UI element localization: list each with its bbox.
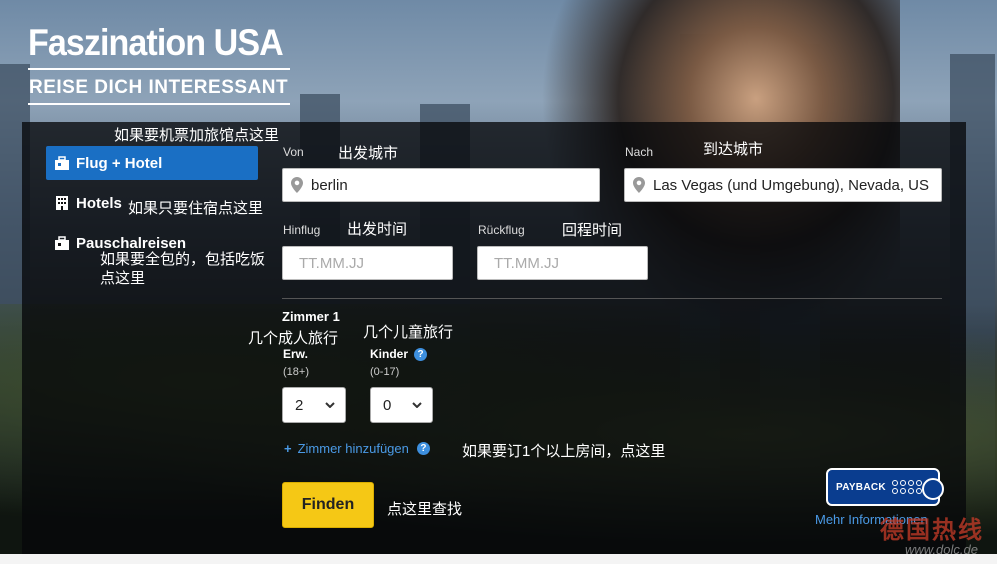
nav-flug-hotel[interactable]: Flug + Hotel xyxy=(46,146,258,180)
add-room-link[interactable]: + Zimmer hinzufügen ? xyxy=(284,441,430,456)
payback-logo[interactable]: PAYBACK xyxy=(826,468,944,506)
annotation-flug-hotel: 如果要机票加旅馆点这里 xyxy=(114,127,280,144)
payback-knob xyxy=(922,478,944,500)
location-pin-icon xyxy=(633,177,645,193)
bottom-strip xyxy=(0,554,997,564)
children-range: (0-17) xyxy=(370,366,400,378)
depart-field[interactable] xyxy=(282,246,498,280)
annotation-depart: 出发时间 xyxy=(347,221,408,238)
annotation-add-room: 如果要订1个以上房间，点这里 xyxy=(462,443,666,460)
adults-select[interactable]: 2 xyxy=(282,387,346,423)
from-input[interactable] xyxy=(311,176,599,194)
brand-title: Faszination USA xyxy=(28,22,284,63)
payback-dots xyxy=(891,480,922,494)
annotation-hotels: 如果只要住宿点这里 xyxy=(128,200,264,217)
plus-icon: + xyxy=(284,441,292,456)
annotation-to: 到达城市 xyxy=(703,141,764,158)
children-value: 0 xyxy=(383,396,392,414)
nav-label: Flug + Hotel xyxy=(76,154,163,172)
add-room-label: Zimmer hinzufügen xyxy=(297,441,409,456)
to-input[interactable] xyxy=(653,176,941,194)
form-divider xyxy=(282,298,942,299)
suitcase-icon xyxy=(54,155,70,171)
nav-label: Pauschalreisen xyxy=(76,234,187,252)
children-label-wrap: Kinder ? xyxy=(370,347,428,361)
adults-value: 2 xyxy=(295,396,304,414)
annotation-return: 回程时间 xyxy=(562,222,623,239)
brand-divider xyxy=(28,68,290,70)
annotation-pauschal-1: 如果要全包的，包括吃饭 xyxy=(100,251,266,268)
to-label: Nach xyxy=(625,145,654,159)
building-icon xyxy=(54,195,70,211)
depart-label: Hinflug xyxy=(283,223,321,237)
from-field[interactable] xyxy=(282,168,600,202)
payback-label: PAYBACK xyxy=(836,481,886,493)
nav-label: Hotels xyxy=(76,194,122,212)
annotation-pauschal-2: 点这里 xyxy=(100,270,146,287)
annotation-adults: 几个成人旅行 xyxy=(248,330,339,347)
adults-range: (18+) xyxy=(283,366,309,378)
from-label: Von xyxy=(283,145,304,159)
chevron-down-icon xyxy=(412,402,422,408)
return-field[interactable] xyxy=(477,246,693,280)
find-button[interactable]: Finden xyxy=(282,482,374,528)
annotation-children: 几个儿童旅行 xyxy=(363,324,454,341)
brand-subtitle: REISE DICH INTERESSANT xyxy=(29,77,289,98)
children-select[interactable]: 0 xyxy=(370,387,433,423)
room-title: Zimmer 1 xyxy=(282,309,340,324)
to-field[interactable] xyxy=(624,168,942,202)
brand-divider xyxy=(28,103,290,105)
return-input[interactable] xyxy=(494,254,693,272)
watermark-text: 德国热线 xyxy=(880,517,984,544)
chevron-down-icon xyxy=(325,402,335,408)
annotation-from: 出发城市 xyxy=(338,145,399,162)
help-icon[interactable]: ? xyxy=(416,442,430,455)
help-icon[interactable]: ? xyxy=(414,347,428,361)
depart-input[interactable] xyxy=(299,254,498,272)
annotation-find: 点这里查找 xyxy=(387,501,463,518)
location-pin-icon xyxy=(291,177,303,193)
suitcase-icon xyxy=(54,235,70,251)
return-label: Rückflug xyxy=(478,223,525,237)
adults-label: Erw. xyxy=(283,347,308,361)
children-label: Kinder xyxy=(370,347,409,361)
